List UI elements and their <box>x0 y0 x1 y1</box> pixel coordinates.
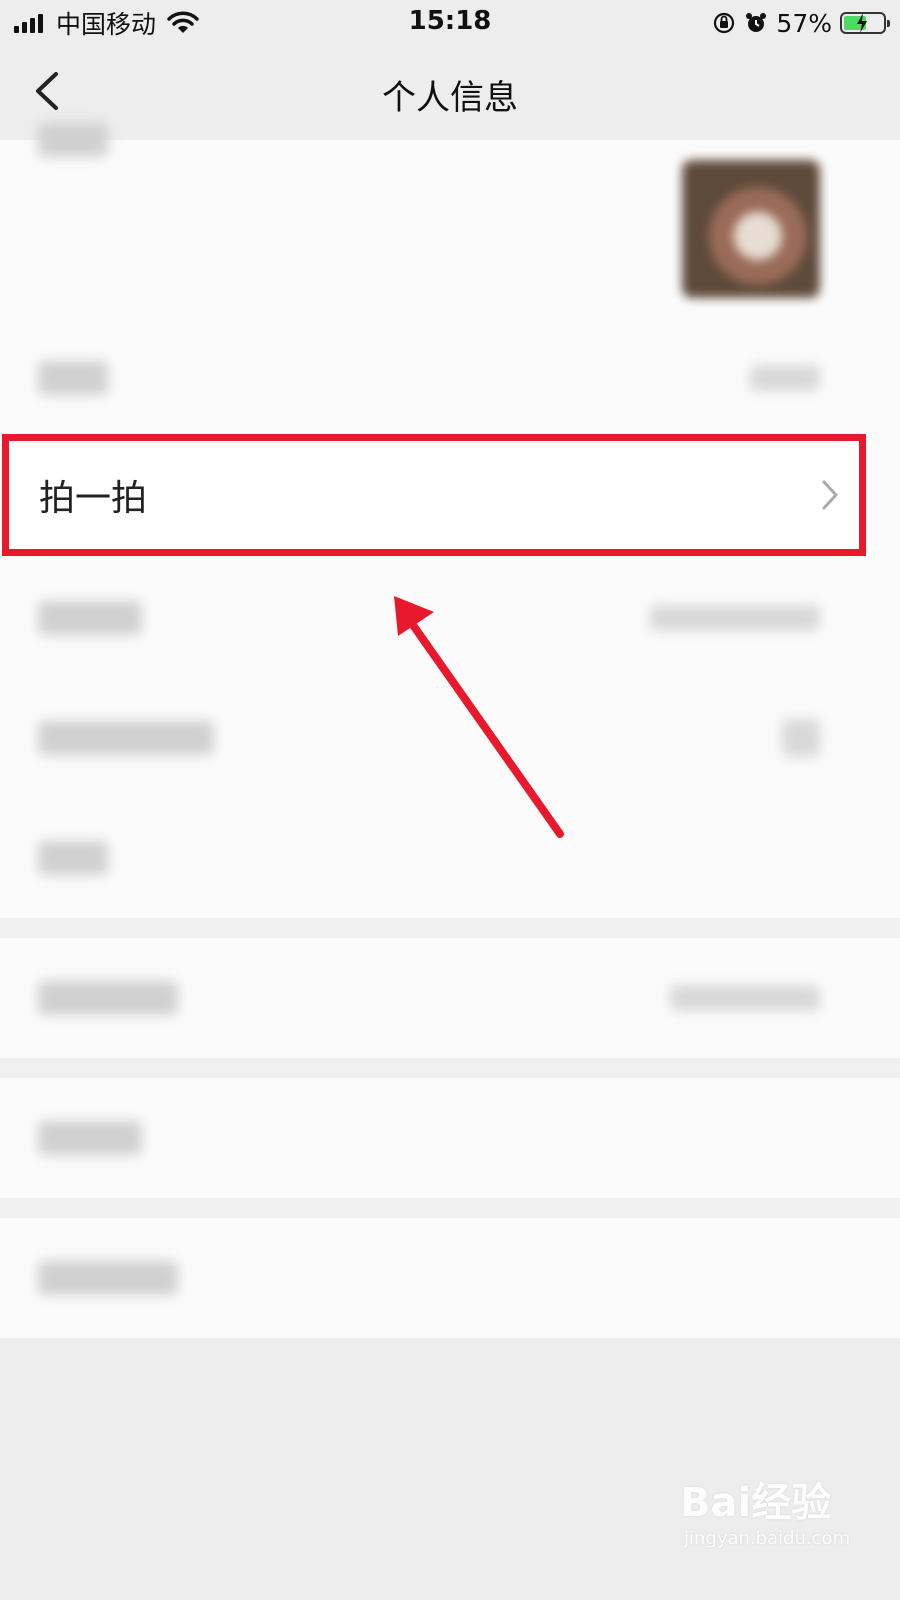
settings-row-qr-code[interactable] <box>0 678 900 798</box>
settings-row-avatar[interactable] <box>0 123 900 318</box>
blurred-label <box>38 721 214 755</box>
settings-group-beans <box>0 1078 900 1198</box>
baidu-watermark: Bai经验 jingyan.baidu.com <box>680 1470 880 1580</box>
battery-percent: 57% <box>776 8 832 38</box>
blurred-label <box>38 1121 142 1155</box>
settings-group-ringtone <box>0 938 900 1058</box>
settings-row-wechat-id[interactable] <box>0 558 900 678</box>
settings-row-beans[interactable] <box>0 1078 900 1198</box>
pat-pat-label: 拍一拍 <box>39 478 148 519</box>
blurred-value <box>670 985 820 1011</box>
battery-icon <box>840 12 890 34</box>
status-right: 57% <box>712 8 890 38</box>
orientation-lock-icon <box>714 12 735 34</box>
blurred-label <box>38 123 108 157</box>
blurred-label <box>38 601 142 635</box>
blurred-label <box>38 841 108 875</box>
blurred-label <box>38 981 178 1015</box>
blurred-value <box>782 719 820 757</box>
blurred-label <box>38 1261 178 1295</box>
status-bar: 中国移动 15:18 57% <box>0 0 900 46</box>
blurred-label <box>38 361 108 395</box>
settings-group-address <box>0 1218 900 1338</box>
group-divider <box>0 918 900 938</box>
alarm-icon <box>746 13 767 32</box>
group-divider <box>0 1058 900 1078</box>
blurred-value <box>650 605 820 631</box>
settings-row-address[interactable] <box>0 1218 900 1338</box>
chevron-right-icon <box>822 480 838 510</box>
settings-list <box>0 123 900 1338</box>
settings-row-ringtone[interactable] <box>0 938 900 1058</box>
group-divider <box>0 1198 900 1218</box>
watermark-logo: Bai经验 <box>680 1480 832 1526</box>
pat-pat-row[interactable]: 拍一拍 <box>2 434 866 556</box>
page-title: 个人信息 <box>382 78 518 118</box>
settings-row-name[interactable] <box>0 318 900 438</box>
watermark-url: jingyan.baidu.com <box>684 1528 851 1549</box>
blurred-value <box>750 365 820 391</box>
nav-bar: 个人信息 <box>0 46 900 140</box>
avatar <box>682 160 820 298</box>
settings-row-more[interactable] <box>0 798 900 918</box>
